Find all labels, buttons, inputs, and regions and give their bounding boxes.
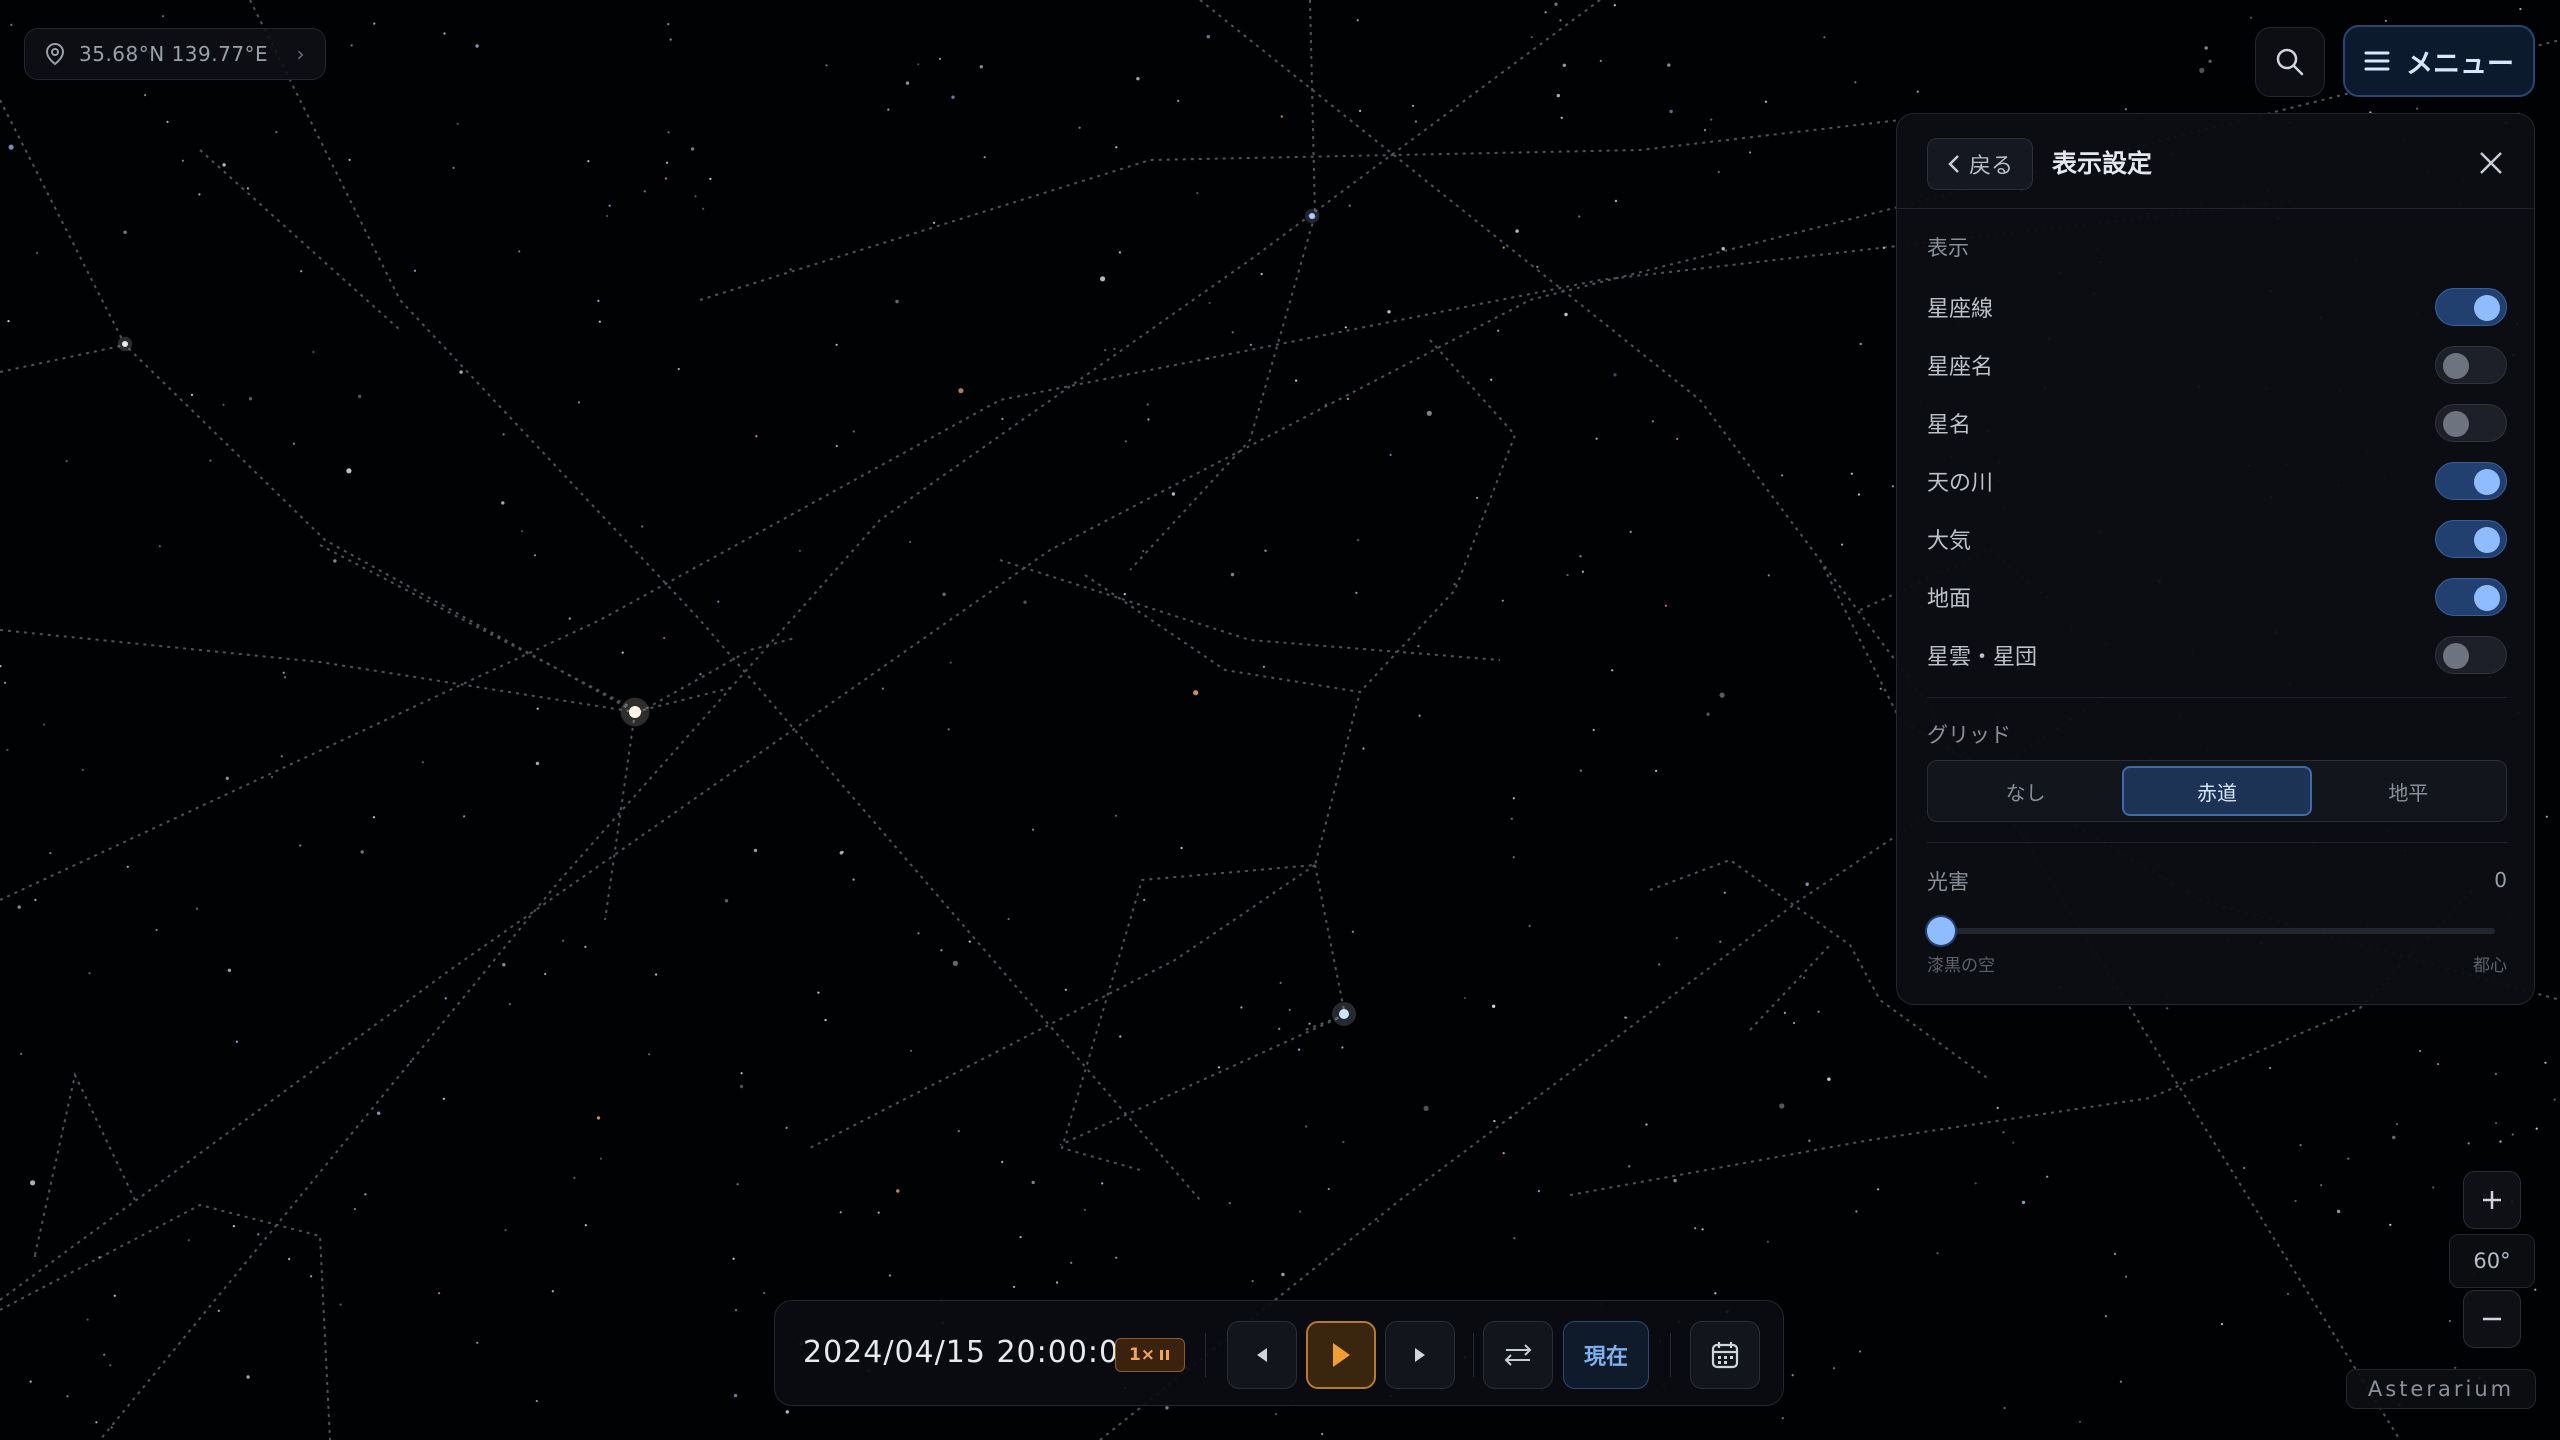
toggle-switch[interactable] [2435,288,2507,326]
location-pin-icon [45,42,65,66]
swap-arrows-icon [1504,1344,1532,1366]
step-forward-button[interactable] [1385,1321,1455,1389]
speed-label: 1× [1128,1345,1156,1365]
slider-max-label: 都心 [2473,956,2507,976]
separator [1473,1333,1474,1377]
panel-header: 戻る 表示設定 [1897,114,2534,209]
toggle-row-star-names[interactable]: 星名 [1927,401,2507,445]
light-pollution-value: 0 [2494,868,2507,892]
field-of-view-readout: 60° [2449,1234,2535,1288]
toggle-row-ground[interactable]: 地面 [1927,575,2507,619]
grid-option-equatorial[interactable]: 赤道 [2122,766,2312,816]
chevron-right-icon: › [296,42,305,66]
toggle-label: 天の川 [1927,471,1994,496]
menu-label: メニュー [2406,48,2514,80]
location-coords: 35.68°N 139.77°E [79,42,269,66]
toggle-switch[interactable] [2435,404,2507,442]
toggle-label: 地面 [1927,587,1972,612]
datetime-display[interactable]: 2024/04/15 20:00:00 [803,1335,1139,1370]
play-button[interactable] [1306,1321,1376,1389]
grid-option-horizontal[interactable]: 地平 [2316,766,2501,816]
slider-min-label: 漆黒の空 [1927,956,1995,976]
toggle-switch[interactable] [2435,520,2507,558]
toggle-row-milky-way[interactable]: 天の川 [1927,459,2507,503]
zoom-in-button[interactable] [2463,1171,2521,1229]
triangle-right-icon [1415,1348,1425,1362]
toggle-label: 星名 [1927,413,1972,438]
hamburger-icon [2364,51,2390,71]
plus-icon [2483,1191,2501,1209]
light-pollution-slider-track[interactable] [1939,928,2495,934]
divider [1927,842,2507,843]
separator [1205,1333,1206,1377]
toggle-label: 星雲・星団 [1927,645,2038,670]
toggle-switch[interactable] [2435,636,2507,674]
search-button[interactable] [2255,27,2325,97]
toggle-switch[interactable] [2435,462,2507,500]
chevron-left-icon [1948,155,1959,173]
back-button[interactable]: 戻る [1927,138,2033,190]
light-pollution-slider-handle[interactable] [1927,917,1955,945]
time-control-bar: 2024/04/15 20:00:00 1× 現在 [774,1300,1784,1406]
menu-button[interactable]: メニュー [2343,25,2535,97]
light-pollution-label: 光害 [1927,870,1969,894]
app-brand: Asterarium [2346,1369,2536,1409]
pause-icon [1160,1350,1170,1360]
toggle-switch[interactable] [2435,346,2507,384]
location-pill[interactable]: 35.68°N 139.77°E › [24,28,326,80]
toggle-row-constellation-lines[interactable]: 星座線 [1927,285,2507,329]
speed-badge[interactable]: 1× [1115,1338,1185,1372]
toggle-label: 星座線 [1927,297,1994,322]
minus-icon [2483,1317,2501,1321]
display-settings-panel: 戻る 表示設定 表示 星座線 星座名 星名 天の川 大気 地面 星雲・星団 グリ… [1896,113,2535,1005]
calendar-button[interactable] [1690,1321,1760,1389]
toggle-label: 星座名 [1927,355,1994,380]
back-label: 戻る [1968,154,2013,179]
display-section-label: 表示 [1927,236,1969,260]
grid-section-label: グリッド [1927,723,2011,747]
toggle-row-nebulae-clusters[interactable]: 星雲・星団 [1927,633,2507,677]
triangle-left-icon [1257,1348,1267,1362]
toggle-switch[interactable] [2435,578,2507,616]
toggle-row-atmosphere[interactable]: 大気 [1927,517,2507,561]
grid-segmented-control: なし 赤道 地平 [1927,760,2507,822]
close-icon[interactable] [2477,149,2505,177]
grid-option-none[interactable]: なし [1933,766,2118,816]
reverse-direction-button[interactable] [1483,1321,1553,1389]
panel-title: 表示設定 [2052,149,2153,178]
divider [1927,697,2507,698]
calendar-icon [1711,1342,1739,1369]
now-button[interactable]: 現在 [1563,1321,1649,1389]
separator [1670,1333,1671,1377]
zoom-out-button[interactable] [2463,1290,2521,1348]
toggle-label: 大気 [1927,529,1972,554]
toggle-row-constellation-names[interactable]: 星座名 [1927,343,2507,387]
search-icon [2276,48,2304,76]
step-back-button[interactable] [1227,1321,1297,1389]
play-icon [1333,1343,1350,1367]
